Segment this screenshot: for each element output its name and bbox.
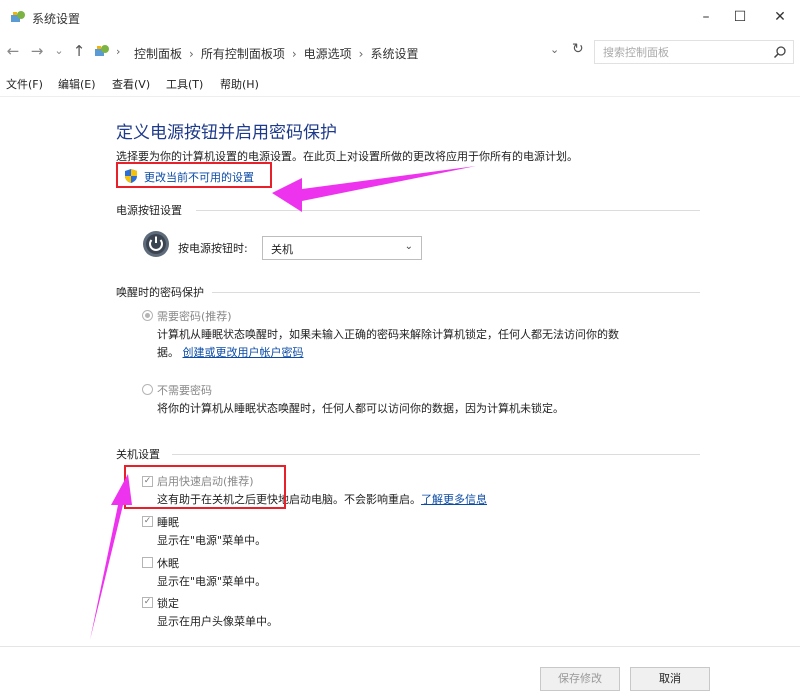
- menu-file[interactable]: 文件(F): [6, 76, 43, 92]
- power-button-action-value: 关机: [271, 243, 293, 256]
- require-password-description-2: 据。 创建或更改用户帐户密码: [157, 346, 304, 359]
- hibernate-description: 显示在"电源"菜单中。: [157, 575, 267, 588]
- no-password-label: 不需要密码: [157, 384, 212, 397]
- settings-content: 定义电源按钮并启用密码保护 选择要为你的计算机设置的电源设置。在此页上对设置所做…: [0, 96, 800, 646]
- require-password-label: 需要密码(推荐): [157, 310, 232, 323]
- cancel-button[interactable]: 取消: [630, 667, 710, 691]
- address-bar[interactable]: 控制面板 › 所有控制面板项 › 电源选项 › 系统设置 ⌄ ↻: [134, 40, 590, 64]
- menu-edit[interactable]: 编辑(E): [58, 76, 96, 92]
- save-changes-button[interactable]: 保存修改: [540, 667, 620, 691]
- control-panel-icon: [95, 45, 109, 56]
- search-input[interactable]: [603, 44, 763, 60]
- sleep-checkbox[interactable]: ✓: [142, 516, 153, 527]
- no-password-radio[interactable]: [142, 384, 153, 395]
- forward-button[interactable]: →: [28, 42, 46, 60]
- breadcrumb-item[interactable]: 电源选项: [304, 47, 352, 61]
- menu-tools[interactable]: 工具(T): [166, 76, 203, 92]
- create-change-password-link[interactable]: 创建或更改用户帐户密码: [183, 346, 304, 359]
- breadcrumb-item[interactable]: 系统设置: [370, 47, 418, 61]
- footer-bar: 保存修改 取消: [0, 646, 800, 699]
- learn-more-link[interactable]: 了解更多信息: [421, 493, 487, 506]
- maximize-button[interactable]: ☐: [720, 4, 760, 30]
- section-divider: [212, 292, 700, 293]
- search-box[interactable]: [594, 40, 794, 64]
- annotation-highlight-box: [116, 162, 272, 188]
- recent-locations-button[interactable]: ⌄: [50, 44, 68, 57]
- refresh-button[interactable]: ↻: [572, 41, 584, 57]
- menu-bar: 文件(F) 编辑(E) 查看(V) 工具(T) 帮助(H): [0, 70, 800, 97]
- require-password-description: 计算机从睡眠状态唤醒时，如果未输入正确的密码来解除计算机锁定，任何人都无法访问你…: [157, 328, 619, 341]
- breadcrumb: 控制面板 › 所有控制面板项 › 电源选项 › 系统设置: [134, 47, 419, 61]
- annotation-highlight-box: [124, 465, 286, 509]
- breadcrumb-item[interactable]: 所有控制面板项: [201, 47, 285, 61]
- window-title: 系统设置: [32, 12, 81, 26]
- breadcrumb-item[interactable]: 控制面板: [134, 47, 182, 61]
- section-divider: [172, 454, 700, 455]
- address-row: ← → ⌄ ↑ › 控制面板 › 所有控制面板项 › 电源选项 › 系统设置 ⌄ ↻: [0, 34, 800, 70]
- power-icon: [143, 231, 169, 257]
- close-button[interactable]: ✕: [760, 4, 800, 30]
- section-divider: [196, 210, 700, 211]
- menu-view[interactable]: 查看(V): [112, 76, 150, 92]
- lock-description: 显示在用户头像菜单中。: [157, 615, 278, 628]
- lock-label: 锁定: [157, 597, 179, 610]
- power-button-action-select[interactable]: 关机 ⌄: [262, 236, 422, 260]
- sleep-label: 睡眠: [157, 516, 179, 529]
- up-button[interactable]: ↑: [70, 42, 88, 60]
- menu-help[interactable]: 帮助(H): [220, 76, 259, 92]
- search-icon[interactable]: [773, 45, 787, 59]
- chevron-down-icon: ⌄: [404, 241, 413, 252]
- power-section-title: 电源按钮设置: [116, 204, 182, 217]
- back-button[interactable]: ←: [4, 42, 22, 60]
- address-dropdown-button[interactable]: ⌄: [550, 43, 559, 56]
- hibernate-checkbox[interactable]: [142, 557, 153, 568]
- sleep-description: 显示在"电源"菜单中。: [157, 534, 267, 547]
- breadcrumb-root-separator: ›: [116, 45, 121, 58]
- no-password-description: 将你的计算机从睡眠状态唤醒时，任何人都可以访问你的数据，因为计算机未锁定。: [157, 402, 564, 415]
- password-section-title: 唤醒时的密码保护: [116, 286, 204, 299]
- title-bar: 系统设置 – ☐ ✕: [0, 0, 800, 34]
- require-password-radio[interactable]: [142, 310, 153, 321]
- power-button-label: 按电源按钮时:: [178, 242, 248, 255]
- lock-checkbox[interactable]: ✓: [142, 597, 153, 608]
- page-title: 定义电源按钮并启用密码保护: [116, 123, 337, 143]
- control-panel-icon: [11, 11, 25, 22]
- hibernate-label: 休眠: [157, 557, 179, 570]
- shutdown-section-title: 关机设置: [116, 448, 160, 461]
